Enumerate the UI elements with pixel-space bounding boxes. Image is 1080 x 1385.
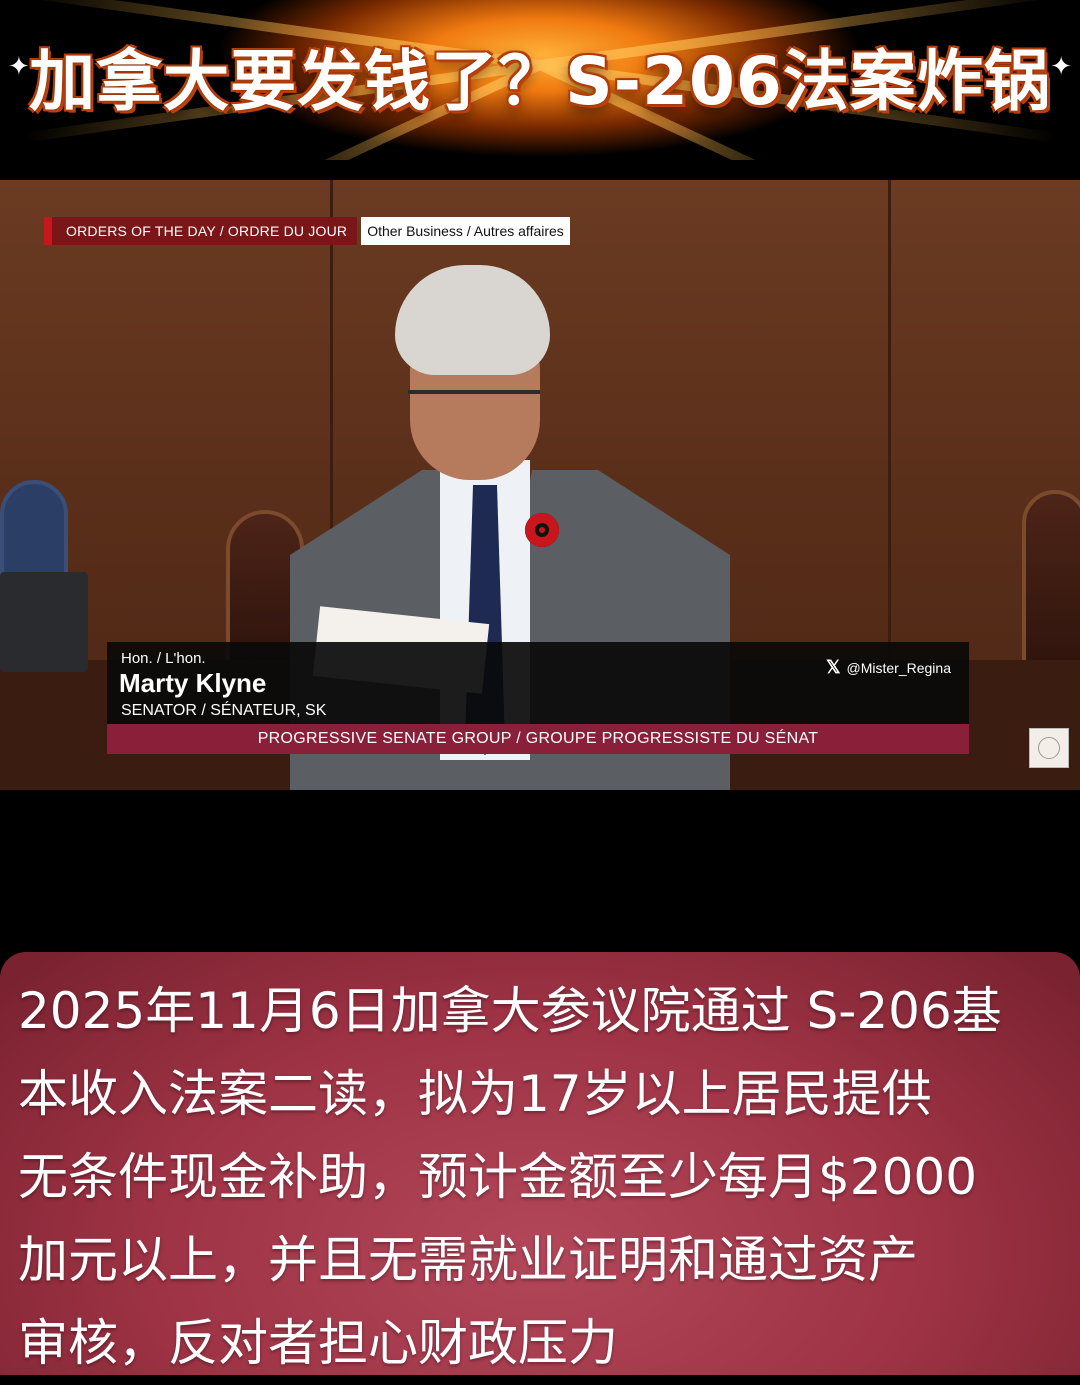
poppy-pin-icon <box>525 513 559 547</box>
caption-line: 本收入法案二读，拟为17岁以上居民提供 <box>18 1065 932 1123</box>
social-handle[interactable]: 𝕏 @Mister_Regina <box>826 657 951 678</box>
orders-label: ORDERS OF THE DAY / ORDRE DU JOUR <box>52 217 358 245</box>
caption-line: 加元以上，并且无需就业证明和通过资产 <box>18 1231 918 1289</box>
speaker-name: Marty Klyne <box>119 668 267 698</box>
caption-line: 无条件现金补助，预计金额至少每月$2000 <box>18 1148 978 1206</box>
caption-line: 2025年11月6日加拿大参议院通过 S-206基 <box>18 982 1002 1040</box>
sparkle-icon: ✦ <box>1050 52 1072 82</box>
speaker-lower-third: Hon. / L'hon. Marty Klyne SENATOR / SÉNA… <box>107 642 969 724</box>
orders-of-day-bar: ORDERS OF THE DAY / ORDRE DU JOUR Other … <box>44 217 570 245</box>
speaker-honorific: Hon. / L'hon. <box>121 650 206 667</box>
senate-group-bar: PROGRESSIVE SENATE GROUP / GROUPE PROGRE… <box>107 724 969 754</box>
caption-box: 2025年11月6日加拿大参议院通过 S-206基 本收入法案二读，拟为17岁以… <box>0 952 1080 1375</box>
video-frame[interactable]: ORDERS OF THE DAY / ORDRE DU JOUR Other … <box>0 180 1080 790</box>
caption-text: 2025年11月6日加拿大参议院通过 S-206基 本收入法案二读，拟为17岁以… <box>18 970 1068 1385</box>
banner-title: 加拿大要发钱了？S-206法案炸锅 <box>29 43 1051 120</box>
social-handle-text: @Mister_Regina <box>846 659 951 676</box>
watermark-icon <box>884 1324 1054 1352</box>
senate-seal-icon <box>1029 728 1069 768</box>
title-banner: ✦ 加拿大要发钱了？S-206法案炸锅 ✦ <box>0 0 1080 160</box>
speaker-role: SENATOR / SÉNATEUR, SK <box>121 702 327 719</box>
laptop <box>0 572 88 672</box>
speaker-glasses <box>408 390 540 420</box>
orders-sublabel: Other Business / Autres affaires <box>361 217 570 245</box>
x-logo-icon: 𝕏 <box>826 657 841 677</box>
